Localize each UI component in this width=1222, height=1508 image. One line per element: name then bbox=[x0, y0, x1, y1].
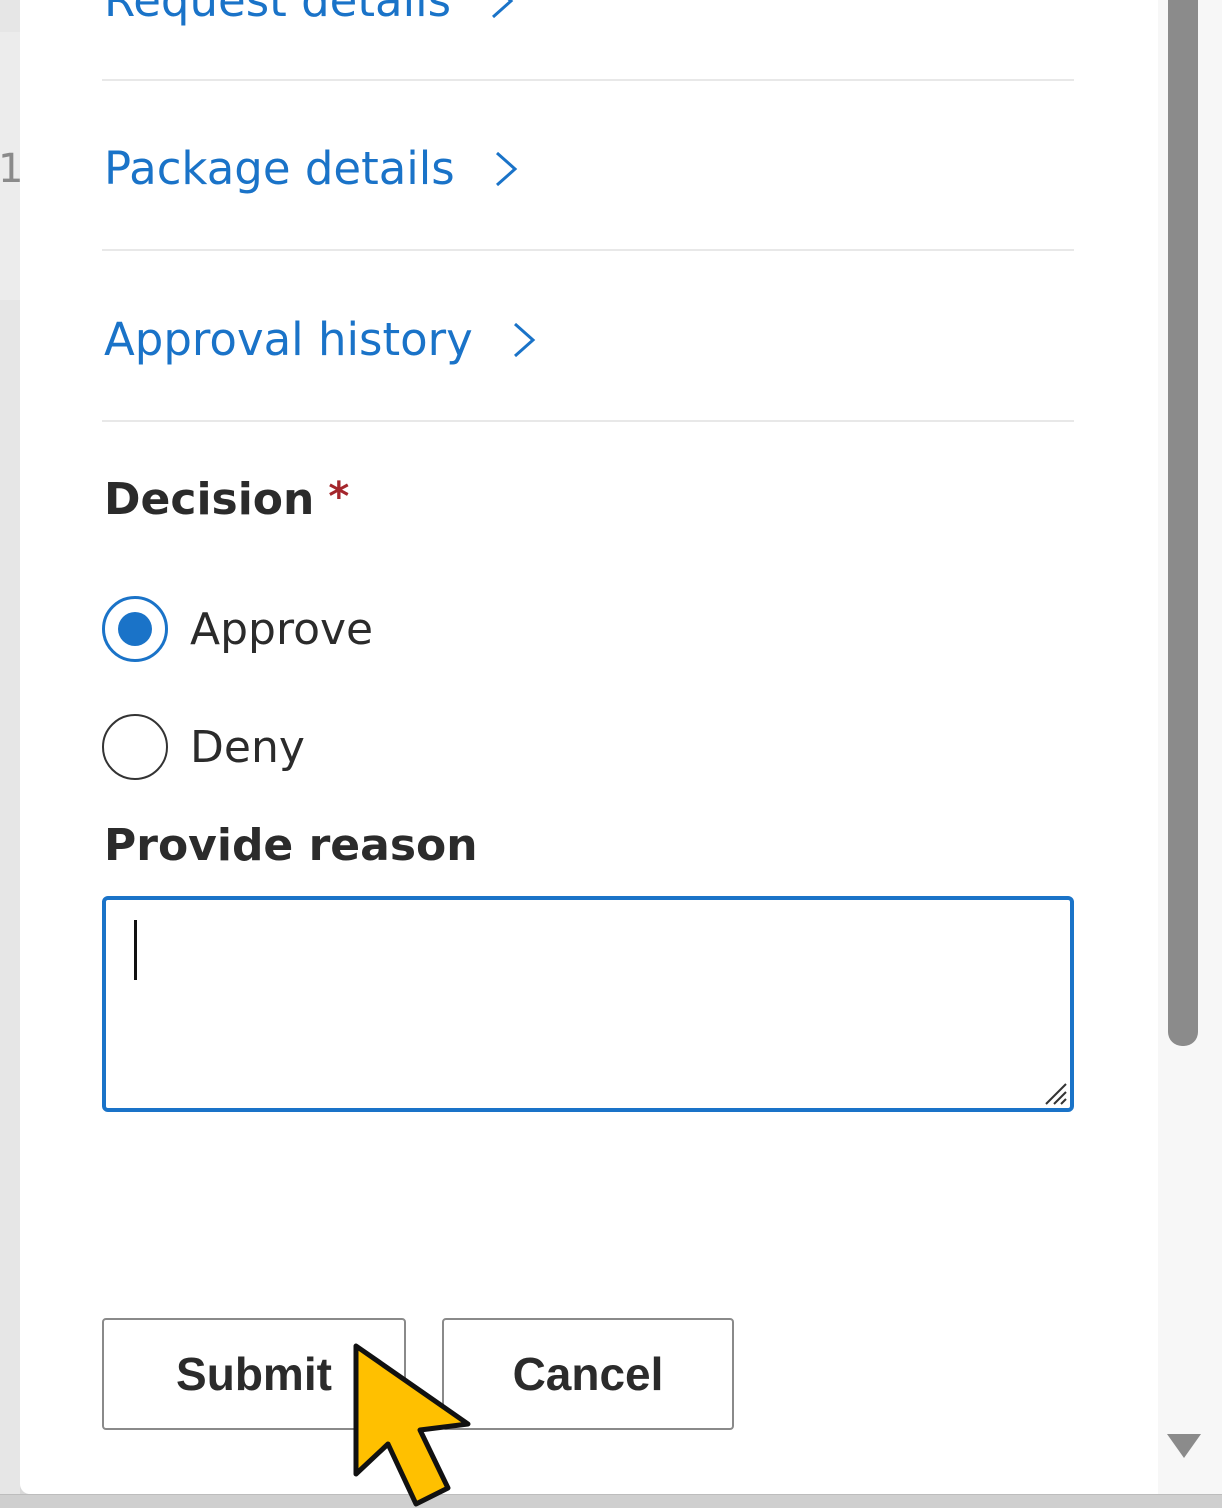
radio-label-deny: Deny bbox=[190, 721, 305, 773]
chevron-right-icon bbox=[495, 151, 518, 186]
package-details-label: Package details bbox=[104, 142, 455, 195]
cancel-button[interactable]: Cancel bbox=[442, 1318, 734, 1430]
window-bottom-edge bbox=[0, 1494, 1222, 1508]
approval-history-label: Approval history bbox=[104, 313, 473, 366]
approval-history-link[interactable]: Approval history bbox=[104, 313, 539, 366]
request-details-label: Request details bbox=[104, 0, 452, 27]
required-marker: * bbox=[328, 474, 350, 520]
resize-grip-icon[interactable] bbox=[1040, 1078, 1068, 1106]
divider bbox=[102, 249, 1074, 251]
vertical-scrollbar[interactable] bbox=[1158, 0, 1222, 1494]
approval-panel: Request details Package details Approval… bbox=[20, 0, 1158, 1494]
chevron-right-icon bbox=[513, 322, 536, 357]
radio-option-approve[interactable]: Approve bbox=[102, 596, 373, 662]
package-details-link[interactable]: Package details bbox=[104, 142, 521, 195]
text-caret bbox=[134, 920, 137, 980]
radio-button-approve[interactable] bbox=[102, 596, 168, 662]
screen: 1 Request details Package details Approv… bbox=[0, 0, 1222, 1508]
provide-reason-label: Provide reason bbox=[104, 820, 478, 871]
decision-label: Decision * bbox=[104, 474, 349, 525]
reason-textarea[interactable] bbox=[102, 896, 1074, 1112]
request-details-link[interactable]: Request details bbox=[104, 0, 517, 27]
submit-button[interactable]: Submit bbox=[102, 1318, 406, 1430]
scroll-down-arrow-icon[interactable] bbox=[1167, 1434, 1201, 1458]
chevron-right-icon bbox=[492, 0, 514, 18]
radio-button-deny[interactable] bbox=[102, 714, 168, 780]
decision-label-text: Decision bbox=[104, 474, 315, 525]
radio-label-approve: Approve bbox=[190, 603, 374, 655]
radio-option-deny[interactable]: Deny bbox=[102, 714, 305, 780]
divider bbox=[102, 79, 1074, 81]
divider bbox=[102, 420, 1074, 422]
scrollbar-thumb[interactable] bbox=[1168, 0, 1198, 1046]
background-page: 1 bbox=[0, 0, 23, 1508]
